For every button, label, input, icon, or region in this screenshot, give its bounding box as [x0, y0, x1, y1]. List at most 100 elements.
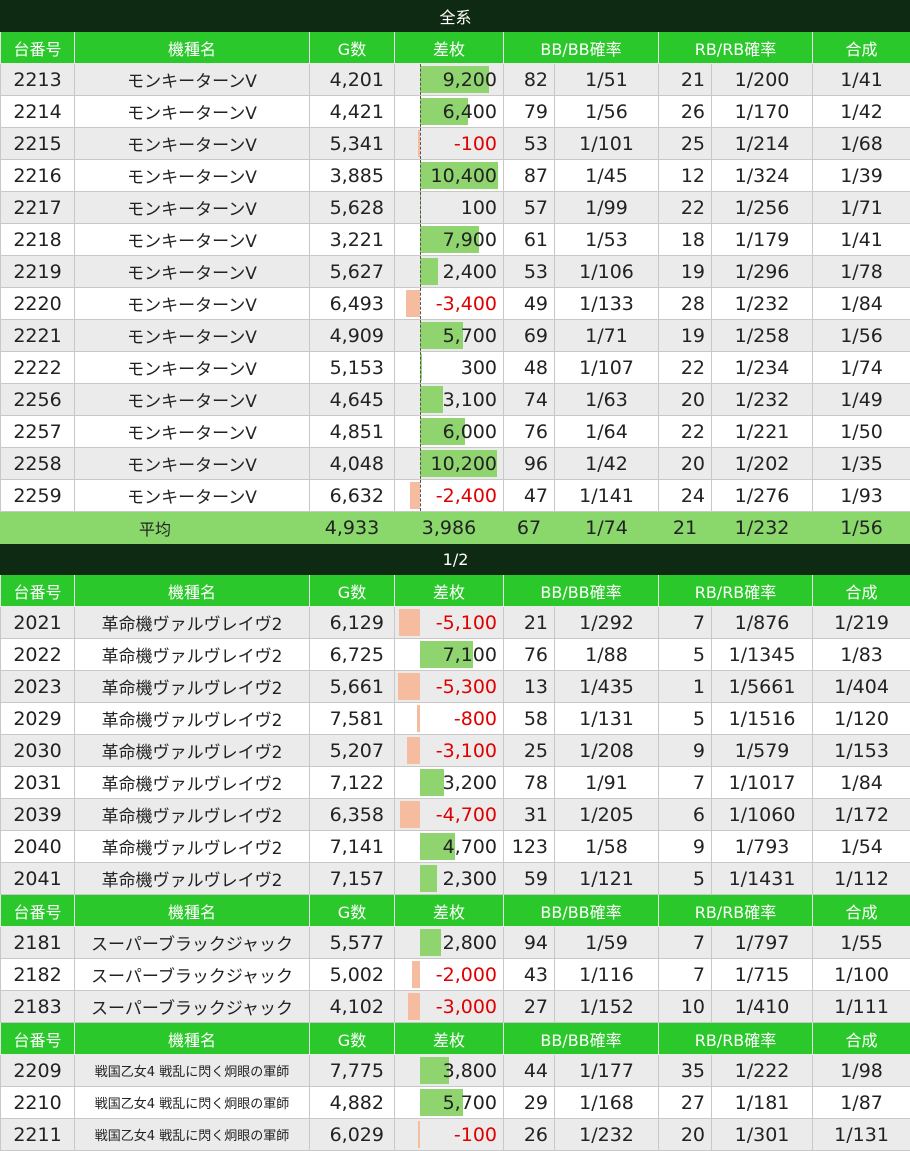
game-count: 6,358 — [310, 799, 395, 831]
header-games: G数 — [310, 895, 395, 927]
bb-count: 57 — [504, 192, 555, 224]
rb-rate: 1/170 — [712, 96, 813, 128]
machine-number: 2256 — [1, 384, 75, 416]
difference-cell: 3,100 — [395, 384, 504, 416]
zero-line — [420, 96, 421, 127]
machine-name: モンキーターンV — [75, 192, 310, 224]
machine-data-table: 全系台番号機種名G数差枚BB/BB確率RB/RB確率合成2213モンキーターンV… — [0, 0, 910, 1151]
difference-cell: 3,200 — [395, 767, 504, 799]
section-title-row: 1/2 — [1, 544, 910, 575]
machine-number: 2211 — [1, 1119, 75, 1151]
section-title: 1/2 — [1, 544, 910, 575]
rb-count: 21 — [659, 64, 712, 96]
bb-count: 69 — [504, 320, 555, 352]
rb-count: 19 — [659, 256, 712, 288]
column-header-row: 台番号機種名G数差枚BB/BB確率RB/RB確率合成 — [1, 895, 910, 927]
rb-rate: 1/1060 — [712, 799, 813, 831]
bb-rate: 1/131 — [555, 703, 659, 735]
rb-rate: 1/1345 — [712, 639, 813, 671]
difference-cell: 2,800 — [395, 927, 504, 959]
bb-count: 13 — [504, 671, 555, 703]
difference-bar — [418, 1121, 420, 1148]
header-difference: 差枚 — [395, 895, 504, 927]
bb-rate: 1/71 — [555, 320, 659, 352]
machine-number: 2183 — [1, 991, 75, 1023]
game-count: 7,122 — [310, 767, 395, 799]
game-count: 6,029 — [310, 1119, 395, 1151]
zero-line — [420, 320, 421, 351]
machine-number: 2023 — [1, 671, 75, 703]
game-count: 7,775 — [310, 1055, 395, 1087]
difference-value: 2,400 — [443, 261, 497, 283]
bb-rate: 1/168 — [555, 1087, 659, 1119]
machine-name: モンキーターンV — [75, 480, 310, 512]
header-machine-name: 機種名 — [75, 895, 310, 927]
difference-value: 5,700 — [443, 1092, 497, 1114]
average-bb: 67 — [504, 512, 555, 544]
machine-number: 2021 — [1, 607, 75, 639]
combined-rate: 1/42 — [813, 96, 910, 128]
table-row: 2029革命機ヴァルヴレイヴ27,581-800581/13151/15161/… — [1, 703, 910, 735]
difference-bar — [408, 993, 420, 1020]
machine-number: 2220 — [1, 288, 75, 320]
machine-number: 2258 — [1, 448, 75, 480]
rb-rate: 1/1017 — [712, 767, 813, 799]
bb-rate: 1/91 — [555, 767, 659, 799]
bb-count: 47 — [504, 480, 555, 512]
game-count: 5,341 — [310, 128, 395, 160]
rb-count: 19 — [659, 320, 712, 352]
difference-value: 6,400 — [443, 101, 497, 123]
difference-cell: -3,000 — [395, 991, 504, 1023]
header-difference: 差枚 — [395, 575, 504, 607]
bb-rate: 1/106 — [555, 256, 659, 288]
difference-cell: 2,400 — [395, 256, 504, 288]
bb-count: 94 — [504, 927, 555, 959]
combined-rate: 1/49 — [813, 384, 910, 416]
table-row: 2023革命機ヴァルヴレイヴ25,661-5,300131/43511/5661… — [1, 671, 910, 703]
average-bb-rate: 1/74 — [555, 512, 659, 544]
machine-number: 2040 — [1, 831, 75, 863]
combined-rate: 1/219 — [813, 607, 910, 639]
machine-name: 革命機ヴァルヴレイヴ2 — [75, 863, 310, 895]
combined-rate: 1/111 — [813, 991, 910, 1023]
rb-rate: 1/234 — [712, 352, 813, 384]
header-combined: 合成 — [813, 575, 910, 607]
bb-count: 25 — [504, 735, 555, 767]
table-row: 2021革命機ヴァルヴレイヴ26,129-5,100211/29271/8761… — [1, 607, 910, 639]
machine-name: スーパーブラックジャック — [75, 927, 310, 959]
machine-name: 戦国乙女4 戦乱に閃く炯眼の軍師 — [75, 1119, 310, 1151]
difference-value: -800 — [454, 708, 497, 730]
rb-count: 26 — [659, 96, 712, 128]
difference-value: -4,700 — [436, 804, 497, 826]
difference-cell: 300 — [395, 352, 504, 384]
game-count: 7,157 — [310, 863, 395, 895]
game-count: 5,627 — [310, 256, 395, 288]
difference-value: -5,300 — [436, 676, 497, 698]
machine-name: 革命機ヴァルヴレイヴ2 — [75, 671, 310, 703]
machine-name: スーパーブラックジャック — [75, 991, 310, 1023]
game-count: 6,129 — [310, 607, 395, 639]
rb-rate: 1/876 — [712, 607, 813, 639]
rb-rate: 1/324 — [712, 160, 813, 192]
column-header-row: 台番号機種名G数差枚BB/BB確率RB/RB確率合成 — [1, 575, 910, 607]
bb-count: 78 — [504, 767, 555, 799]
bb-rate: 1/121 — [555, 863, 659, 895]
difference-bar — [406, 290, 420, 317]
bb-rate: 1/205 — [555, 799, 659, 831]
difference-value: 7,100 — [443, 644, 497, 666]
rb-count: 27 — [659, 1087, 712, 1119]
difference-cell: 6,000 — [395, 416, 504, 448]
average-rb-rate: 1/232 — [712, 512, 813, 544]
machine-name: モンキーターンV — [75, 352, 310, 384]
difference-value: 5,700 — [443, 325, 497, 347]
combined-rate: 1/35 — [813, 448, 910, 480]
combined-rate: 1/112 — [813, 863, 910, 895]
zero-line — [420, 160, 421, 191]
zero-line — [420, 352, 421, 383]
table-row: 2222モンキーターンV5,153300481/107221/2341/74 — [1, 352, 910, 384]
bb-count: 61 — [504, 224, 555, 256]
machine-number: 2216 — [1, 160, 75, 192]
bb-count: 44 — [504, 1055, 555, 1087]
rb-count: 20 — [659, 448, 712, 480]
machine-name: 革命機ヴァルヴレイヴ2 — [75, 607, 310, 639]
